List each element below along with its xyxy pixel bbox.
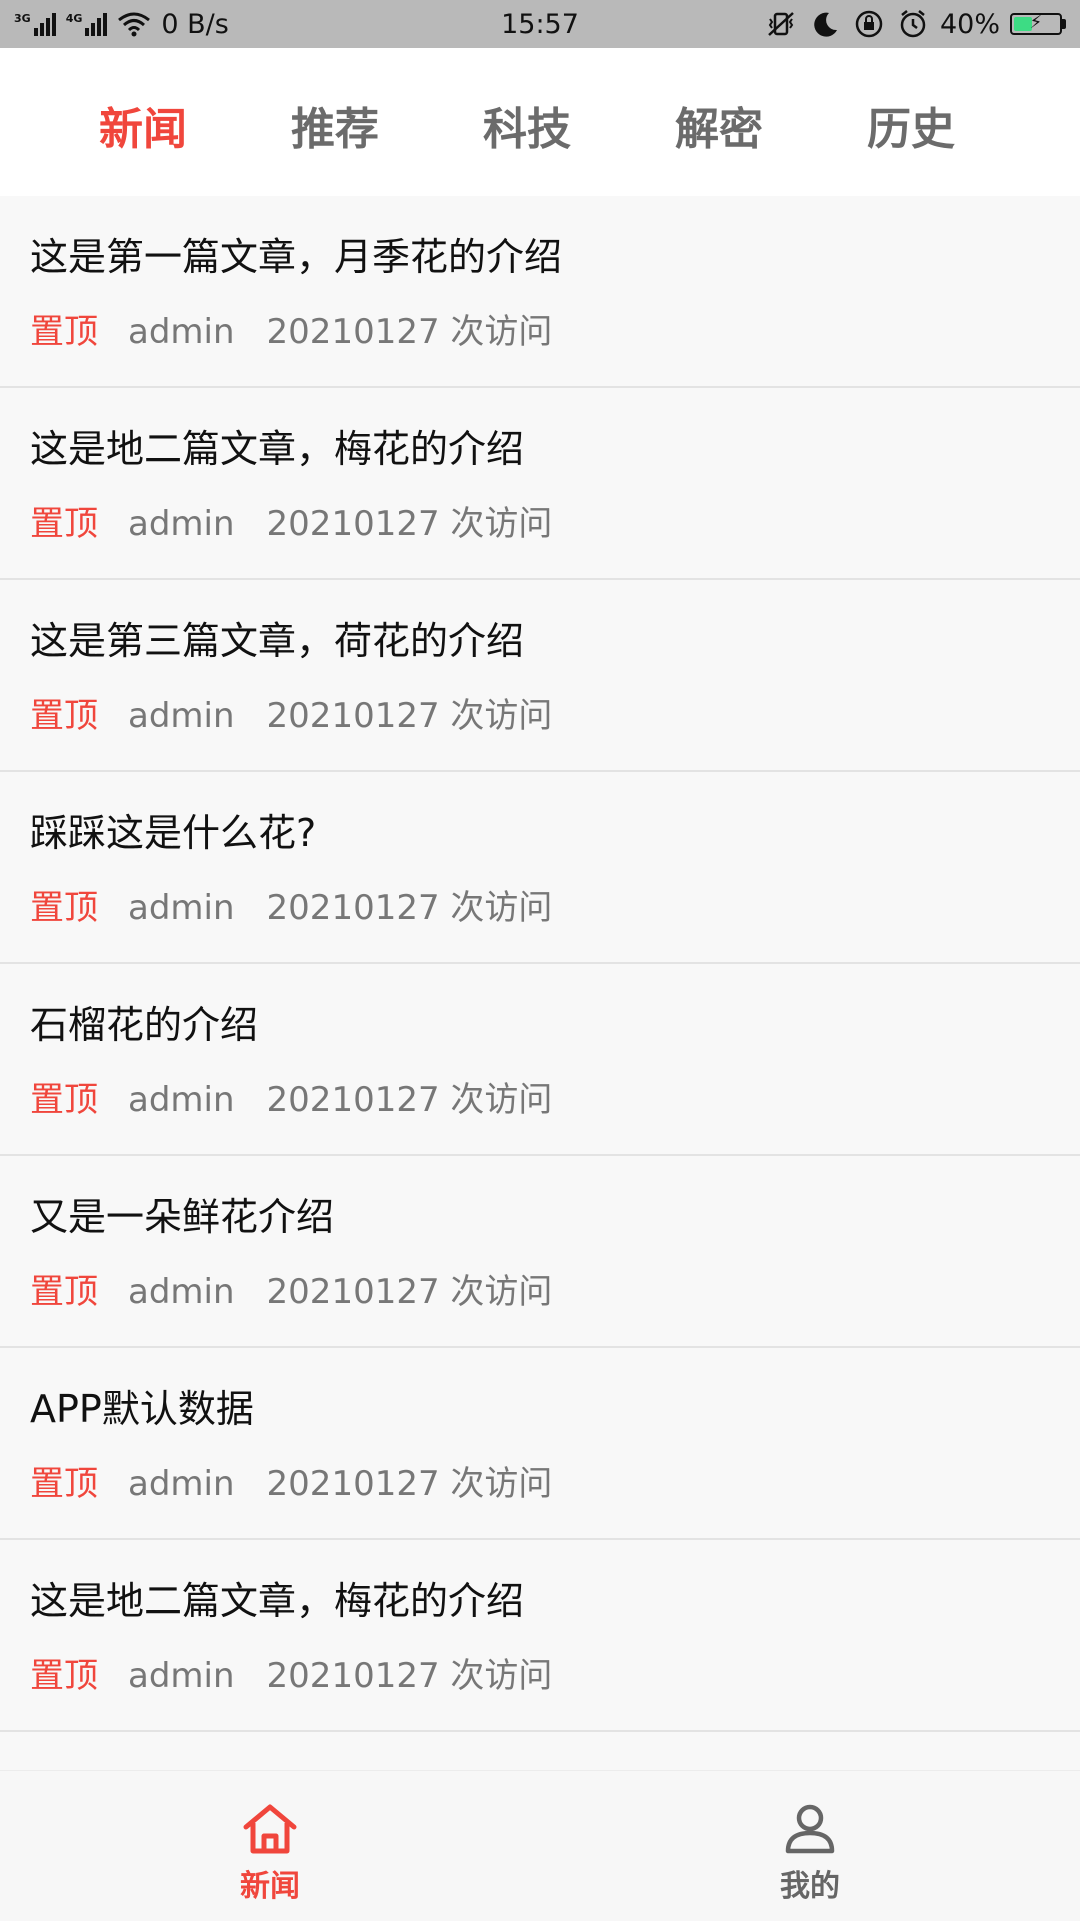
moon-icon bbox=[808, 7, 842, 41]
article-title: 这是第三篇文章，荷花的介绍 bbox=[30, 619, 525, 663]
article-title: 石榴花的介绍 bbox=[30, 1003, 259, 1047]
article-list-item[interactable]: APP默认数据置顶 admin 20210127 次访问 bbox=[0, 1348, 1080, 1540]
article-title: 踩踩这是什么花? bbox=[30, 811, 317, 855]
vibrate-off-icon bbox=[764, 7, 798, 41]
article-meta: 置顶 admin 20210127 次访问 bbox=[30, 1072, 552, 1121]
article-visits: 20210127 次访问 bbox=[266, 1656, 553, 1696]
article-list-item[interactable]: 这是地二篇文章，梅花的介绍置顶 admin 20210127 次访问 bbox=[0, 1540, 1080, 1732]
tab-news[interactable]: 新闻 bbox=[73, 93, 213, 157]
article-list-item[interactable]: 这是第一篇文章，月季花的介绍置顶admin20210127 次访问 bbox=[0, 1732, 1080, 1770]
tab-decrypt[interactable]: 解密 bbox=[649, 93, 789, 157]
pinned-badge: 置顶 bbox=[30, 1272, 98, 1312]
article-list-item[interactable]: 这是第三篇文章，荷花的介绍置顶 admin 20210127 次访问 bbox=[0, 580, 1080, 772]
article-title: 这是地二篇文章，梅花的介绍 bbox=[30, 1579, 525, 1623]
pinned-badge: 置顶 bbox=[30, 1464, 98, 1504]
article-list-item[interactable]: 又是一朵鲜花介绍置顶 admin 20210127 次访问 bbox=[0, 1156, 1080, 1348]
article-visits: 20210127 次访问 bbox=[266, 888, 553, 928]
home-icon bbox=[190, 1801, 350, 1857]
article-list-item[interactable]: 这是第一篇文章，月季花的介绍置顶 admin 20210127 次访问 bbox=[0, 196, 1080, 388]
article-list-item[interactable]: 这是地二篇文章，梅花的介绍置顶 admin 20210127 次访问 bbox=[0, 388, 1080, 580]
article-list-item[interactable]: 踩踩这是什么花? 置顶 admin 20210127 次访问 bbox=[0, 772, 1080, 964]
pinned-badge: 置顶 bbox=[30, 1080, 98, 1120]
pinned-badge: 置顶 bbox=[30, 888, 98, 928]
article-visits: 20210127 次访问 bbox=[266, 1080, 553, 1120]
article-meta: 置顶 admin 20210127 次访问 bbox=[30, 1648, 552, 1697]
article-title: 这是地二篇文章，梅花的介绍 bbox=[30, 427, 525, 471]
article-list-item[interactable]: 石榴花的介绍置顶 admin 20210127 次访问 bbox=[0, 964, 1080, 1156]
battery-icon: ⚡ bbox=[1010, 12, 1066, 35]
article-title: APP默认数据 bbox=[30, 1387, 254, 1431]
article-meta: 置顶 admin 20210127 次访问 bbox=[30, 304, 552, 353]
article-author: admin bbox=[128, 1464, 235, 1504]
article-author: admin bbox=[128, 1080, 235, 1120]
status-bar: 3G 4G 0 B/s 15:57 40% ⚡ bbox=[0, 0, 1080, 48]
alarm-icon bbox=[896, 7, 930, 41]
rotation-lock-icon bbox=[852, 7, 886, 41]
wifi-icon bbox=[117, 7, 151, 41]
signal-icon: 3G bbox=[14, 12, 56, 36]
article-visits: 20210127 次访问 bbox=[266, 312, 553, 352]
article-author: admin bbox=[128, 696, 235, 736]
article-author: admin bbox=[128, 312, 235, 352]
article-author: admin bbox=[128, 1656, 235, 1696]
pinned-badge: 置顶 bbox=[30, 696, 98, 736]
bottom-nav-label: 我的 bbox=[780, 1869, 840, 1904]
bottom-nav-news[interactable]: 新闻 bbox=[190, 1801, 350, 1905]
article-author: admin bbox=[128, 1272, 235, 1312]
article-meta: 置顶 admin 20210127 次访问 bbox=[30, 880, 552, 929]
category-tabs: 新闻 推荐 科技 解密 历史 bbox=[0, 48, 1080, 196]
article-title: 又是一朵鲜花介绍 bbox=[30, 1195, 335, 1239]
article-meta: 置顶 admin 20210127 次访问 bbox=[30, 496, 552, 545]
battery-percent: 40% bbox=[939, 8, 1000, 40]
tab-history[interactable]: 历史 bbox=[841, 93, 981, 157]
user-icon bbox=[730, 1801, 890, 1857]
article-author: admin bbox=[128, 888, 235, 928]
tab-recommend[interactable]: 推荐 bbox=[265, 93, 405, 157]
article-title: 这是第一篇文章，月季花的介绍 bbox=[30, 235, 563, 279]
pinned-badge: 置顶 bbox=[30, 1656, 98, 1696]
article-visits: 20210127 次访问 bbox=[266, 1464, 553, 1504]
article-visits: 20210127 次访问 bbox=[266, 1272, 553, 1312]
tab-technology[interactable]: 科技 bbox=[457, 93, 597, 157]
article-meta: 置顶 admin 20210127 次访问 bbox=[30, 1456, 552, 1505]
pinned-badge: 置顶 bbox=[30, 312, 98, 352]
article-visits: 20210127 次访问 bbox=[266, 696, 553, 736]
bottom-nav: 新闻 我的 bbox=[0, 1770, 1080, 1921]
bottom-nav-mine[interactable]: 我的 bbox=[730, 1801, 890, 1905]
article-meta: 置顶 admin 20210127 次访问 bbox=[30, 1264, 552, 1313]
signal-icon: 4G bbox=[66, 12, 108, 36]
article-visits: 20210127 次访问 bbox=[266, 504, 553, 544]
network-speed: 0 B/s bbox=[161, 8, 229, 40]
article-list: 这是第一篇文章，月季花的介绍 置顶 admin 20210127 次访问 这是地二篇文章… bbox=[0, 196, 1080, 1770]
article-meta: 置顶 admin 20210127 次访问 bbox=[30, 688, 552, 737]
article-author: admin bbox=[128, 504, 235, 544]
bottom-nav-label: 新闻 bbox=[240, 1869, 300, 1904]
article-title: 这是第一篇文章，月季花的介绍 bbox=[30, 1762, 562, 1770]
pinned-badge: 置顶 bbox=[30, 504, 98, 544]
